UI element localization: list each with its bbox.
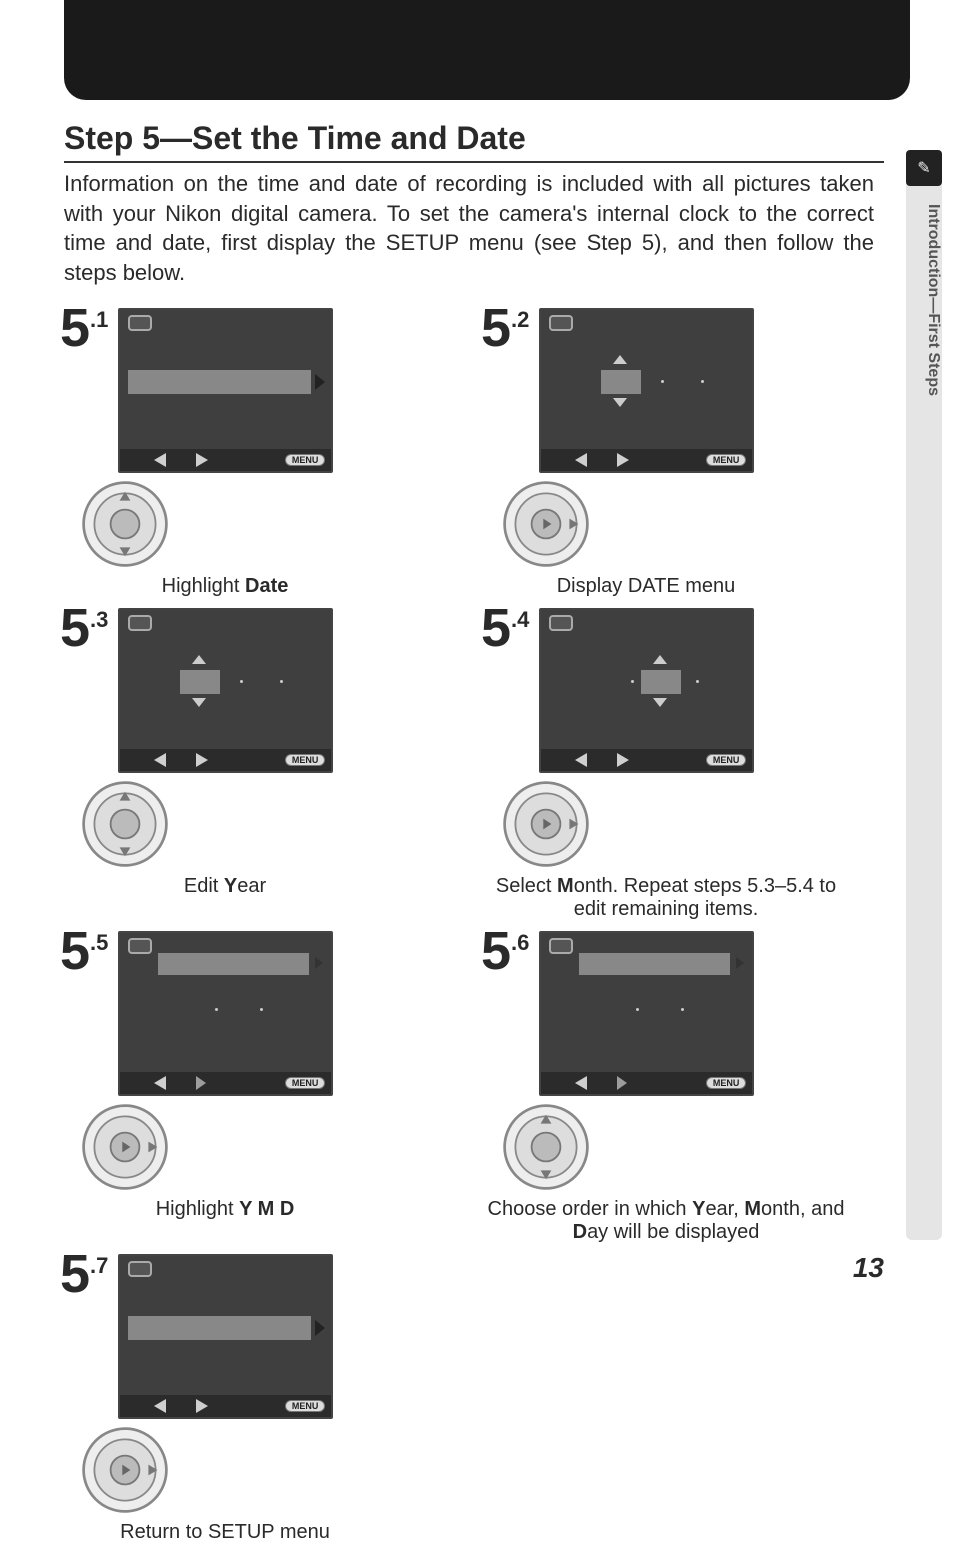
multi-selector-icon — [80, 1102, 170, 1192]
multi-selector-icon — [80, 779, 170, 869]
step-number: 5.7 — [60, 1250, 108, 1299]
side-tab-label: Introduction—First Steps — [906, 200, 942, 396]
page-number: 13 — [853, 1252, 884, 1284]
step-caption: Display DATE menu — [481, 575, 811, 598]
step-cell: 5.3 MENU — [60, 608, 469, 921]
arrow-right-icon — [617, 453, 629, 467]
menu-label: MENU — [285, 1077, 326, 1089]
arrow-right-icon — [196, 453, 208, 467]
multi-selector-icon — [501, 779, 591, 869]
menu-label: MENU — [706, 454, 747, 466]
step-number: 5.5 — [60, 927, 108, 976]
step-caption: Highlight Y M D — [60, 1198, 390, 1221]
multi-selector-icon — [80, 479, 170, 569]
steps-grid: 5.1 MENU — [60, 308, 890, 1544]
step-caption: Highlight Date — [60, 575, 390, 598]
step-cell: 5.4 MENU — [481, 608, 890, 921]
step-number: 5.2 — [481, 304, 529, 353]
menu-label: MENU — [706, 1077, 747, 1089]
arrow-left-icon — [575, 453, 587, 467]
step-number: 5.1 — [60, 304, 108, 353]
multi-selector-icon — [80, 1425, 170, 1515]
step-number: 5.4 — [481, 604, 529, 653]
lcd-screen: MENU — [539, 308, 754, 473]
arrow-right-outline-icon — [196, 1076, 206, 1090]
lcd-screen: MENU — [118, 308, 333, 473]
lcd-screen: MENU — [118, 931, 333, 1096]
step-cell: 5.2 MENU — [481, 308, 890, 598]
menu-label: MENU — [285, 754, 326, 766]
arrow-left-icon — [154, 753, 166, 767]
step-cell: 5.6 MENU — [481, 931, 890, 1244]
side-tab: ✎ Introduction—First Steps — [906, 150, 942, 1240]
multi-selector-icon — [501, 1102, 591, 1192]
multi-selector-icon — [501, 479, 591, 569]
page-content: Step 5—Set the Time and Date Information… — [0, 120, 954, 1544]
lcd-screen: MENU — [118, 1254, 333, 1419]
step-caption: Return to SETUP menu — [60, 1521, 390, 1544]
arrow-left-icon — [575, 753, 587, 767]
arrow-right-icon — [196, 1399, 208, 1413]
step-caption: Select Month. Repeat steps 5.3–5.4 to ed… — [481, 875, 851, 921]
step-caption: Edit Year — [60, 875, 390, 898]
step-caption: Choose order in which Year, Month, and D… — [481, 1198, 851, 1244]
arrow-left-icon — [154, 453, 166, 467]
arrow-right-icon — [617, 753, 629, 767]
menu-label: MENU — [706, 754, 747, 766]
arrow-left-icon — [575, 1076, 587, 1090]
step-number: 5.6 — [481, 927, 529, 976]
camera-mode-icon: ✎ — [906, 150, 942, 186]
arrow-right-outline-icon — [617, 1076, 627, 1090]
step-number: 5.3 — [60, 604, 108, 653]
top-dark-panel — [64, 0, 910, 100]
step-cell: 5.5 MENU Highligh — [60, 931, 469, 1244]
menu-label: MENU — [285, 454, 326, 466]
lcd-screen: MENU — [539, 608, 754, 773]
arrow-right-icon — [196, 753, 208, 767]
lcd-screen: MENU — [118, 608, 333, 773]
arrow-left-icon — [154, 1399, 166, 1413]
step-cell: 5.7 MENU Return to SETUP menu — [60, 1254, 469, 1544]
arrow-left-icon — [154, 1076, 166, 1090]
menu-label: MENU — [285, 1400, 326, 1412]
intro-paragraph: Information on the time and date of reco… — [64, 169, 874, 288]
lcd-screen: MENU — [539, 931, 754, 1096]
section-heading: Step 5—Set the Time and Date — [64, 120, 884, 163]
step-cell: 5.1 MENU — [60, 308, 469, 598]
